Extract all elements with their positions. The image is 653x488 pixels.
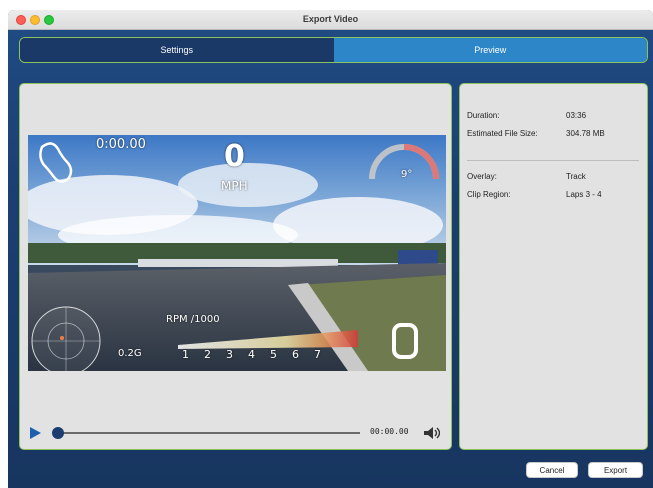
video-preview[interactable]: 0:00.00 0 MPH 9° RPM /1000 0.2G 1 2 3 4 … xyxy=(28,135,446,371)
rpm-tick-label: 7 xyxy=(314,348,336,361)
g-force-value: 0.2G xyxy=(118,348,142,359)
info-divider xyxy=(467,160,639,161)
clip-region-label: Clip Region: xyxy=(467,190,511,199)
cloud xyxy=(178,163,318,207)
grandstand xyxy=(138,259,338,267)
play-icon[interactable] xyxy=(30,427,41,439)
tab-settings[interactable]: Settings xyxy=(20,38,334,62)
tab-preview[interactable]: Preview xyxy=(333,38,647,62)
preview-panel: 0:00.00 0 MPH 9° RPM /1000 0.2G 1 2 3 4 … xyxy=(19,83,452,450)
rpm-tick-label: 5 xyxy=(270,348,292,361)
duration-value: 03:36 xyxy=(566,111,587,120)
tab-bar: Settings Preview xyxy=(19,37,648,63)
cancel-button[interactable]: Cancel xyxy=(526,462,578,478)
rpm-tick-label: 6 xyxy=(292,348,314,361)
speed-value: 0 xyxy=(224,139,245,174)
rpm-tick-label: 1 xyxy=(182,348,204,361)
player-controls: 00:00.00 xyxy=(28,424,446,444)
overlay-label: Overlay: xyxy=(467,172,497,181)
filesize-label: Estimated File Size: xyxy=(467,129,538,138)
scrub-handle[interactable] xyxy=(52,427,64,439)
rpm-label: RPM /1000 xyxy=(166,314,220,325)
clip-region-value: Laps 3 - 4 xyxy=(566,190,602,199)
rpm-tick-label: 3 xyxy=(226,348,248,361)
export-button[interactable]: Export xyxy=(588,462,643,478)
lean-angle-value: 9° xyxy=(401,169,413,180)
g-force-dot xyxy=(60,336,64,340)
speed-unit-label: MPH xyxy=(221,179,248,193)
scrub-bar[interactable] xyxy=(56,432,360,434)
rpm-tick-label: 2 xyxy=(204,348,226,361)
playback-time: 00:00.00 xyxy=(370,427,409,436)
overlay-value: Track xyxy=(566,172,586,181)
window-title: Export Video xyxy=(302,14,359,24)
export-video-window: Export Video Settings Preview 0:00.00 0 … xyxy=(8,10,653,488)
lap-time-display: 0:00.00 xyxy=(96,137,146,152)
rpm-tick-labels: 1 2 3 4 5 6 7 xyxy=(182,348,336,361)
title-bar: Export Video xyxy=(8,10,653,30)
export-info-panel: Duration: 03:36 Estimated File Size: 304… xyxy=(459,83,648,450)
speaker-icon[interactable] xyxy=(422,425,440,441)
duration-label: Duration: xyxy=(467,111,500,120)
filesize-value: 304.78 MB xyxy=(566,129,605,138)
rpm-tick-label: 4 xyxy=(248,348,270,361)
